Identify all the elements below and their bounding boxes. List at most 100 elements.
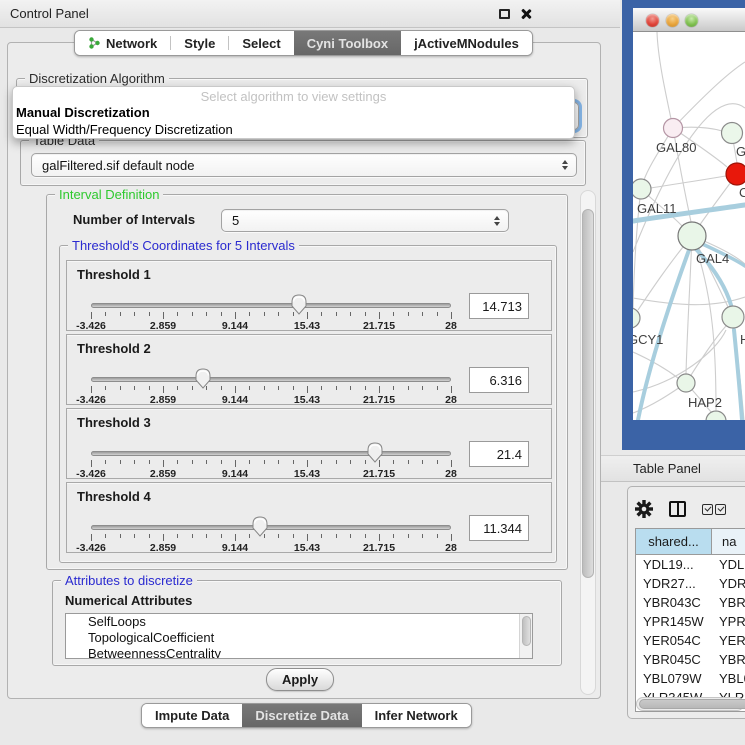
slider-ticks [91,460,451,468]
table-data-combobox[interactable]: galFiltered.sif default node [31,153,577,177]
panel-title: Control Panel [10,6,89,21]
num-intervals-combobox[interactable]: 5 [221,209,509,232]
table-panel-toolbar [635,494,745,524]
threshold-value[interactable]: 14.713 [469,293,529,319]
slider-tick-labels: -3.4262.8599.14415.4321.71528 [91,394,451,406]
slider-track[interactable] [91,303,451,308]
gear-icon[interactable] [635,500,653,518]
slider-track[interactable] [91,377,451,382]
network-node[interactable] [664,119,683,138]
num-intervals-label: Number of Intervals [73,212,213,227]
settings-vertical-scrollbar[interactable] [580,190,596,695]
network-node[interactable] [722,306,744,328]
table-row[interactable]: YDL19...YDL1 [636,555,745,574]
numerical-attributes-list[interactable]: SelfLoopsTopologicalCoefficientBetweenne… [65,613,533,659]
network-node[interactable] [726,163,745,185]
popup-option-equal-width[interactable]: Equal Width/Frequency Discretization [13,122,574,139]
threshold-title: Threshold 1 [77,267,151,282]
network-node[interactable] [678,222,706,250]
close-icon[interactable] [520,8,532,20]
network-node-label: GCY1 [633,332,663,347]
threshold-value[interactable]: 11.344 [469,515,529,541]
network-view[interactable]: GAL80GCGAL11GAL4GCY1HHAP2 [633,32,745,420]
scrollbar-thumb[interactable] [522,616,531,646]
popup-option-manual[interactable]: Manual Discretization [13,105,574,122]
threshold-value[interactable]: 21.4 [469,441,529,467]
slider-ticks [91,534,451,542]
checkbox-icon [702,504,713,515]
top-tab-bar: Network Style Select Cyni Toolbox jActiv… [74,30,533,56]
network-svg: GAL80GCGAL11GAL4GCY1HHAP2 [633,32,745,420]
tab-label: Impute Data [155,708,229,723]
bottom-tab-bar: Impute Data Discretize Data Infer Networ… [141,703,472,728]
stepper-icon [562,160,568,170]
tab-network[interactable]: Network [75,31,170,55]
split-panel-icon[interactable] [669,501,686,517]
slider-tick-labels: -3.4262.8599.14415.4321.71528 [91,542,451,554]
network-node-label: G [736,144,745,159]
column-visibility-icons[interactable] [702,504,726,515]
column-header-shared[interactable]: shared... [636,529,712,554]
slider-tick-labels: -3.4262.8599.14415.4321.71528 [91,320,451,332]
slider-track[interactable] [91,525,451,530]
table-row[interactable]: YBR043CYBR0 [636,593,745,612]
threshold-panel: Threshold 1 -3.4262.8599.14415.4321.7152… [66,260,552,331]
algorithm-popup: Select algorithm to view settings Manual… [12,86,575,139]
apply-button[interactable]: Apply [266,668,334,691]
tab-jactivemnodules[interactable]: jActiveMNodules [401,31,532,55]
threshold-panel: Threshold 2 -3.4262.8599.14415.4321.7152… [66,334,552,405]
table-panel-title: Table Panel [633,461,701,476]
table-rows: YDL19...YDL1YDR27...YDR2YBR043CYBR0YPR14… [636,555,745,712]
control-panel: Control Panel Network Style Select Cyni … [0,0,620,745]
table-header-row: shared... na [636,529,745,555]
numerical-attributes-label: Numerical Attributes [65,593,192,608]
network-node[interactable] [677,374,695,392]
tab-cyni-toolbox[interactable]: Cyni Toolbox [294,31,401,55]
tab-label: Network [106,36,157,51]
table-data-value: galFiltered.sif default node [42,158,562,173]
close-traffic-light-icon[interactable] [646,14,659,27]
attribute-item[interactable]: SelfLoops [66,614,532,630]
table-row[interactable]: YDR27...YDR2 [636,574,745,593]
float-window-icon[interactable] [499,9,510,19]
column-header-name[interactable]: na [712,529,745,554]
checkbox-icon [715,504,726,515]
group-label: Threshold's Coordinates for 5 Intervals [68,238,299,253]
list-vertical-scrollbar[interactable] [519,614,532,658]
interval-definition-group: Interval Definition Number of Intervals … [46,194,568,570]
tab-discretize-data[interactable]: Discretize Data [242,704,361,727]
network-node[interactable] [722,123,743,144]
table-row[interactable]: YER054CYER0 [636,631,745,650]
slider-track[interactable] [91,451,451,456]
attribute-item[interactable]: BetweennessCentrality [66,646,532,659]
tab-label: Cyni Toolbox [307,36,388,51]
table-row[interactable]: YBL079WYBL0 [636,669,745,688]
network-node[interactable] [706,411,726,420]
table-horizontal-scrollbar[interactable] [636,697,744,711]
zoom-traffic-light-icon[interactable] [685,14,698,27]
threshold-panel: Threshold 3 -3.4262.8599.14415.4321.7152… [66,408,552,479]
scrollbar-thumb[interactable] [639,699,745,709]
scrollbar-thumb[interactable] [582,209,594,578]
table-row[interactable]: YBR045CYBR0 [636,650,745,669]
num-intervals-value: 5 [232,213,494,228]
threshold-value[interactable]: 6.316 [469,367,529,393]
table-row[interactable]: YPR145WYPR1 [636,612,745,631]
tab-impute-data[interactable]: Impute Data [142,704,242,727]
stepper-icon [494,216,500,226]
threshold-title: Threshold 3 [77,415,151,430]
minimize-traffic-light-icon[interactable] [666,14,679,27]
tab-style[interactable]: Style [171,31,228,55]
slider-tick-labels: -3.4262.8599.14415.4321.71528 [91,468,451,480]
slider-ticks [91,386,451,394]
tab-infer-network[interactable]: Infer Network [362,704,471,727]
network-node-label: HAP2 [688,395,722,410]
attributes-group: Attributes to discretize Numerical Attri… [52,580,562,666]
network-node[interactable] [633,179,651,199]
network-node-label: H [740,332,745,347]
tab-select[interactable]: Select [229,31,293,55]
attribute-item[interactable]: TopologicalCoefficient [66,630,532,646]
table-data-group: Table Data galFiltered.sif default node [20,140,586,186]
popup-hint: Select algorithm to view settings [13,89,574,105]
network-node[interactable] [633,308,640,328]
